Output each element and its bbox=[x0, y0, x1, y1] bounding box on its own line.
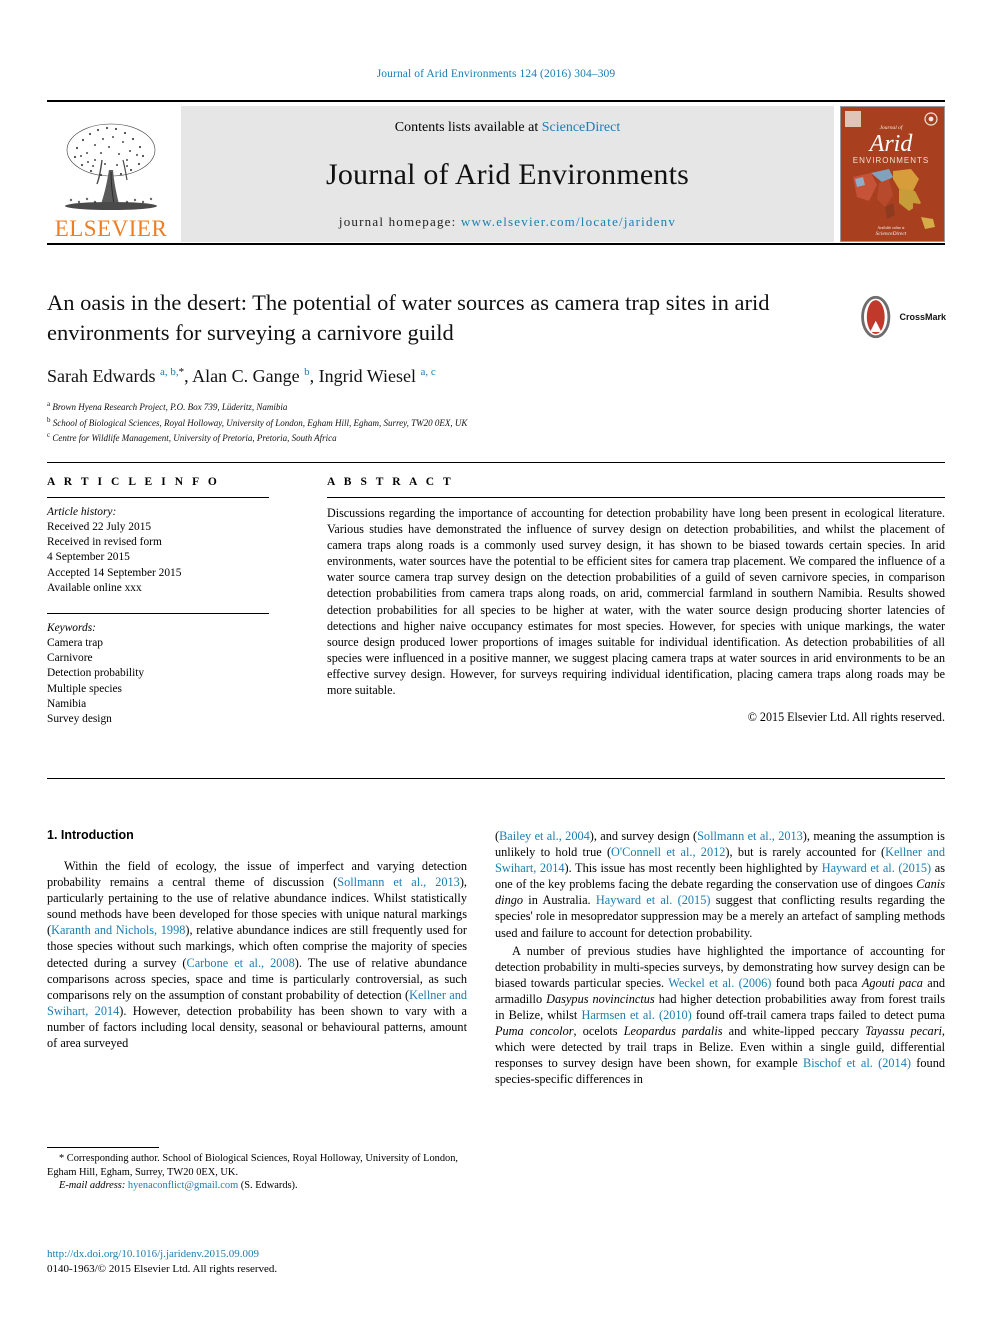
elsevier-logo: ELSEVIER bbox=[47, 106, 175, 242]
page-title: An oasis in the desert: The potential of… bbox=[47, 290, 770, 345]
banner-bottom-rule bbox=[47, 243, 945, 245]
article-info-panel: A R T I C L E I N F O Article history: R… bbox=[47, 476, 269, 727]
cover-artwork: Journal of Arid ENVIRONMENTS Available o… bbox=[841, 107, 944, 241]
affiliation-text: Centre for Wildlife Management, Universi… bbox=[52, 433, 337, 443]
intro-paragraph-2: A number of previous studies have highli… bbox=[495, 943, 946, 1087]
email-link[interactable]: hyenaconflict@gmail.com bbox=[128, 1180, 238, 1191]
email-note: E-mail address: hyenaconflict@gmail.com … bbox=[47, 1179, 467, 1193]
keywords-rule bbox=[47, 613, 269, 615]
journal-banner: ELSEVIER Contents lists available at Sci… bbox=[47, 100, 945, 245]
corresponding-author-note: * Corresponding author. School of Biolog… bbox=[47, 1153, 459, 1178]
keyword-item: Survey design bbox=[47, 713, 112, 726]
section-heading-introduction: 1. Introduction bbox=[47, 828, 134, 842]
abstract-panel: A B S T R A C T Discussions regarding th… bbox=[327, 476, 945, 725]
banner-top-rule bbox=[47, 100, 945, 102]
affiliation-label: b bbox=[47, 415, 51, 424]
abstract-text: Discussions regarding the importance of … bbox=[327, 506, 945, 698]
paper-page: Journal of Arid Environments 124 (2016) … bbox=[0, 0, 992, 1323]
homepage-label: journal homepage: bbox=[338, 214, 457, 229]
history-item: 4 September 2015 bbox=[47, 551, 130, 564]
info-bottom-rule bbox=[47, 778, 945, 779]
svg-text:ScienceDirect: ScienceDirect bbox=[876, 231, 907, 237]
homepage-url-link[interactable]: www.elsevier.com/locate/jaridenv bbox=[461, 214, 676, 229]
banner-center: Contents lists available at ScienceDirec… bbox=[181, 106, 834, 242]
crossmark-label: CrossMark bbox=[899, 312, 946, 322]
history-item: Accepted 14 September 2015 bbox=[47, 566, 182, 579]
title-block: An oasis in the desert: The potential of… bbox=[47, 288, 837, 445]
info-top-rule bbox=[47, 462, 945, 463]
affiliation-label: c bbox=[47, 431, 51, 439]
footer-block: http://dx.doi.org/10.1016/j.jaridenv.201… bbox=[47, 1247, 477, 1277]
issn-copyright-line: 0140-1963/© 2015 Elsevier Ltd. All right… bbox=[47, 1263, 278, 1275]
abstract-heading: A B S T R A C T bbox=[327, 476, 454, 488]
intro-paragraph-1-continued: (Bailey et al., 2004), and survey design… bbox=[495, 829, 945, 940]
keyword-item: Namibia bbox=[47, 697, 87, 710]
contents-line: Contents lists available at ScienceDirec… bbox=[395, 120, 621, 136]
doi-link[interactable]: http://dx.doi.org/10.1016/j.jaridenv.201… bbox=[47, 1247, 477, 1262]
affiliation-item: a Brown Hyena Research Project, P.O. Box… bbox=[47, 398, 837, 414]
body-column-right: (Bailey et al., 2004), and survey design… bbox=[495, 828, 945, 1090]
svg-text:ENVIRONMENTS: ENVIRONMENTS bbox=[853, 156, 929, 165]
journal-cover-thumbnail: Journal of Arid ENVIRONMENTS Available o… bbox=[840, 106, 945, 242]
journal-title: Journal of Arid Environments bbox=[325, 158, 690, 191]
svg-text:Journal of: Journal of bbox=[880, 124, 904, 131]
crossmark-icon bbox=[861, 295, 891, 339]
contents-prefix: Contents lists available at bbox=[394, 120, 539, 135]
history-item: Received 22 July 2015 bbox=[47, 521, 152, 533]
affiliation-list: a Brown Hyena Research Project, P.O. Box… bbox=[47, 398, 837, 445]
abstract-rule bbox=[327, 497, 945, 498]
history-item: Available online xxx bbox=[47, 581, 142, 594]
affiliation-text: Brown Hyena Research Project, P.O. Box 7… bbox=[52, 402, 288, 412]
article-info-heading: A R T I C L E I N F O bbox=[47, 476, 220, 488]
affiliation-label: a bbox=[47, 400, 51, 408]
abstract-copyright: © 2015 Elsevier Ltd. All rights reserved… bbox=[747, 710, 945, 725]
journal-homepage-line: journal homepage: www.elsevier.com/locat… bbox=[339, 214, 676, 230]
author-list: Sarah Edwards a, b,*, Alan C. Gange b, I… bbox=[47, 366, 436, 386]
email-owner: (S. Edwards). bbox=[240, 1180, 298, 1192]
affiliation-text: School of Biological Sciences, Royal Hol… bbox=[52, 417, 468, 428]
affiliation-item: b School of Biological Sciences, Royal H… bbox=[47, 414, 837, 430]
keyword-item: Camera trap bbox=[47, 637, 103, 650]
keyword-item: Detection probability bbox=[47, 667, 145, 680]
crossmark-badge[interactable]: CrossMark bbox=[856, 293, 946, 341]
article-history-label: Article history: bbox=[47, 506, 117, 518]
keywords-label: Keywords: bbox=[47, 622, 96, 635]
body-column-left: 1. Introduction Within the field of ecol… bbox=[47, 828, 467, 1053]
footnote-rule bbox=[47, 1147, 159, 1148]
article-info-rule bbox=[47, 497, 269, 498]
running-head: Journal of Arid Environments 124 (2016) … bbox=[376, 68, 616, 80]
sciencedirect-link[interactable]: ScienceDirect bbox=[542, 120, 621, 135]
elsevier-wordmark: ELSEVIER bbox=[54, 216, 168, 241]
elsevier-tree-icon bbox=[65, 123, 157, 210]
keywords-list: Camera trap Carnivore Detection probabil… bbox=[47, 636, 269, 727]
keyword-item: Carnivore bbox=[47, 652, 93, 665]
svg-text:Arid: Arid bbox=[868, 131, 914, 157]
affiliation-item: c Centre for Wildlife Management, Univer… bbox=[47, 429, 837, 445]
history-item: Received in revised form bbox=[47, 536, 162, 549]
svg-text:Available online at: Available online at bbox=[877, 226, 904, 230]
keyword-item: Multiple species bbox=[47, 682, 122, 695]
footnote-block: * Corresponding author. School of Biolog… bbox=[47, 1152, 467, 1193]
intro-paragraph-1: Within the field of ecology, the issue o… bbox=[47, 859, 468, 1051]
article-history-list: Received 22 July 2015 Received in revise… bbox=[47, 520, 269, 596]
email-label: E-mail address: bbox=[59, 1180, 126, 1192]
